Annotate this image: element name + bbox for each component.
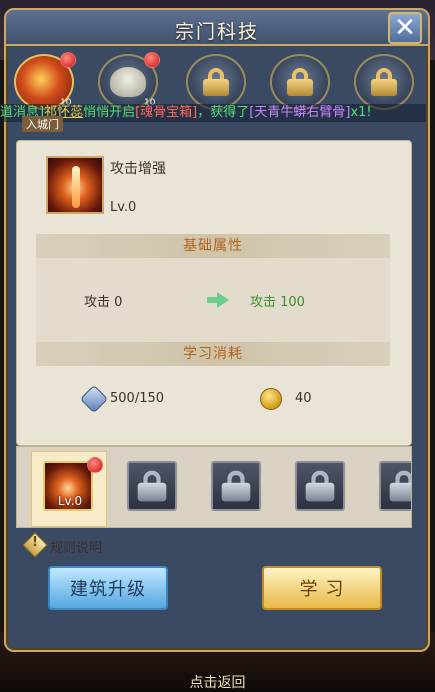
attack-boost-icon	[46, 156, 104, 214]
locked-tech-medal-2[interactable]	[270, 54, 330, 110]
coin-cost: 40	[295, 391, 312, 406]
close-icon: ✕	[394, 13, 416, 43]
title-bar: 宗门科技 ✕	[6, 10, 428, 46]
skill-slot-locked-1[interactable]	[127, 461, 177, 511]
broadcast-item-box[interactable]: [魂骨宝箱]	[135, 105, 197, 120]
window-title: 宗门科技	[174, 21, 259, 43]
rules-link[interactable]: 规则说明	[50, 537, 102, 556]
notification-dot	[60, 52, 76, 68]
coin-icon	[260, 388, 282, 410]
tiger-tech-medal[interactable]: 10	[98, 52, 160, 110]
item-level: Lv.0	[110, 200, 137, 215]
tiger-icon	[110, 67, 146, 97]
broadcast-ticker: 道消息]祁怀蕊悄悄开启[魂骨宝箱]，获得了[天青牛蟒右臂骨]x1!	[0, 104, 426, 122]
notification-dot	[87, 457, 103, 473]
cost-header: 学习消耗	[36, 342, 390, 366]
base-attr-header: 基础属性	[36, 234, 390, 258]
arrow-right-icon	[207, 292, 229, 308]
lock-icon	[287, 68, 313, 96]
lock-icon	[221, 470, 251, 502]
close-button[interactable]: ✕	[388, 12, 422, 44]
exclamation-icon: !	[32, 535, 38, 550]
tap-to-return[interactable]: 点击返回	[0, 672, 435, 692]
locked-tech-medal-1[interactable]	[186, 54, 246, 110]
skill-slot-strip: Lv.0	[16, 446, 412, 528]
tech-medal-row: 10 10	[6, 48, 428, 110]
skill-slot-locked-3[interactable]	[295, 461, 345, 511]
lock-icon	[371, 68, 397, 96]
gem-cost: 500/150	[110, 391, 165, 406]
learn-button[interactable]: 学 习	[262, 566, 382, 610]
attack-tech-medal[interactable]: 10	[14, 52, 76, 110]
skill-slot-locked-4[interactable]	[379, 461, 411, 511]
slot-level: Lv.0	[57, 494, 83, 508]
locked-tech-medal-3[interactable]	[354, 54, 414, 110]
lock-icon	[137, 470, 167, 502]
flame-icon	[72, 166, 80, 208]
broadcast-item-reward[interactable]: [天青牛蟒右臂骨]	[249, 105, 350, 120]
medal-tab-label: 入城门	[22, 116, 63, 132]
lock-icon	[389, 470, 411, 502]
lock-icon	[305, 470, 335, 502]
item-name: 攻击增强	[110, 161, 166, 177]
notification-dot	[144, 52, 160, 68]
attr-next: 攻击 100	[250, 295, 305, 310]
skill-slot-attack[interactable]: Lv.0	[43, 457, 103, 511]
lock-icon	[203, 68, 229, 96]
upgrade-building-button[interactable]: 建筑升级	[48, 566, 168, 610]
attr-current: 攻击 0	[84, 295, 123, 310]
skill-slot-locked-2[interactable]	[211, 461, 261, 511]
